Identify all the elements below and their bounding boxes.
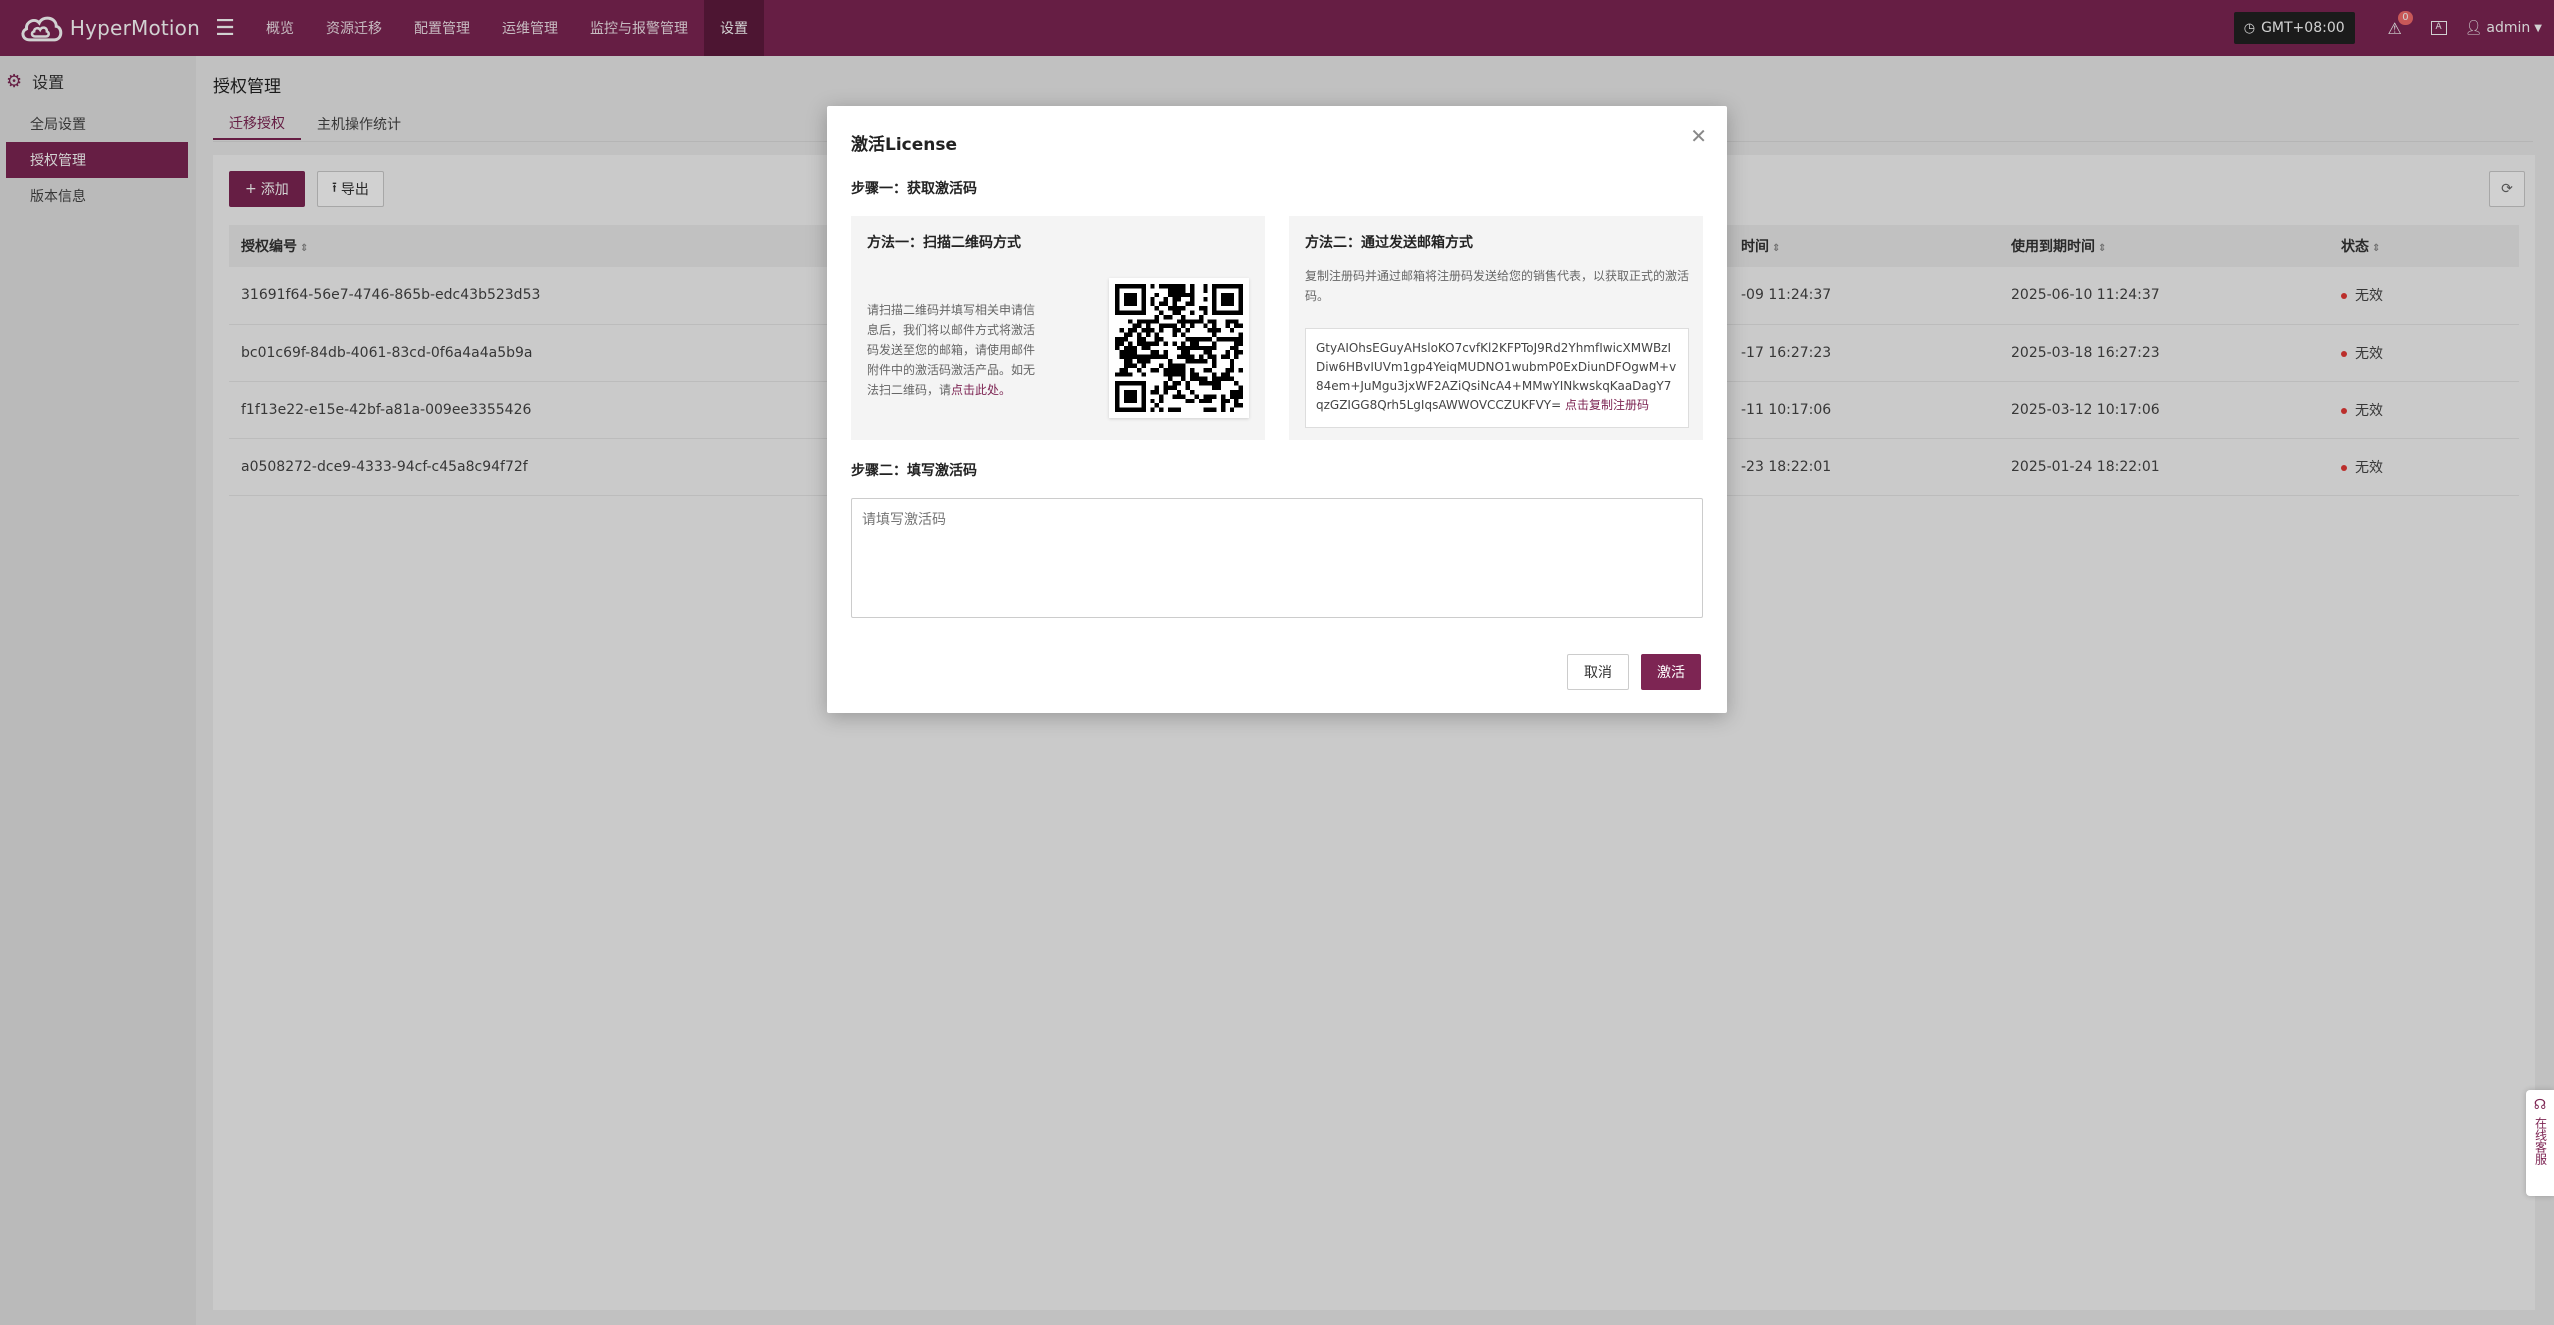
activate-button[interactable]: 激活 bbox=[1641, 654, 1701, 690]
close-icon[interactable]: ✕ bbox=[1690, 124, 1707, 148]
click-here-link[interactable]: 点击此处。 bbox=[951, 383, 1011, 397]
online-service-button[interactable]: ☊ 在线客服 bbox=[2526, 1090, 2554, 1196]
service-label: 在线客服 bbox=[2533, 1117, 2548, 1165]
step1-heading: 步骤一：获取激活码 bbox=[851, 181, 977, 197]
method2-title: 方法二：通过发送邮箱方式 bbox=[1305, 235, 1473, 251]
qr-method-card: 方法一：扫描二维码方式 请扫描二维码并填写相关申请信息后，我们将以邮件方式将激活… bbox=[851, 216, 1265, 440]
method2-description: 复制注册码并通过邮箱将注册码发送给您的销售代表，以获取正式的激活码。 bbox=[1305, 269, 1690, 303]
activation-code-input[interactable] bbox=[851, 498, 1703, 618]
cancel-button[interactable]: 取消 bbox=[1567, 654, 1629, 690]
qr-code-icon bbox=[1109, 278, 1249, 418]
activate-license-dialog: 激活License ✕ 步骤一：获取激活码 方法一：扫描二维码方式 请扫描二维码… bbox=[827, 106, 1727, 713]
registration-code-box[interactable]: GtyAIOhsEGuyAHsloKO7cvfKl2KFPToJ9Rd2Yhmf… bbox=[1305, 328, 1689, 428]
method1-title: 方法一：扫描二维码方式 bbox=[867, 235, 1021, 251]
method1-description: 请扫描二维码并填写相关申请信息后，我们将以邮件方式将激活码发送至您的邮箱，请使用… bbox=[867, 303, 1036, 397]
copy-code-link[interactable]: 点击复制注册码 bbox=[1565, 398, 1649, 412]
headset-icon: ☊ bbox=[2533, 1097, 2547, 1113]
email-method-card: 方法二：通过发送邮箱方式 复制注册码并通过邮箱将注册码发送给您的销售代表，以获取… bbox=[1289, 216, 1703, 440]
dialog-title: 激活License bbox=[851, 135, 958, 155]
step2-heading: 步骤二：填写激活码 bbox=[851, 463, 977, 479]
